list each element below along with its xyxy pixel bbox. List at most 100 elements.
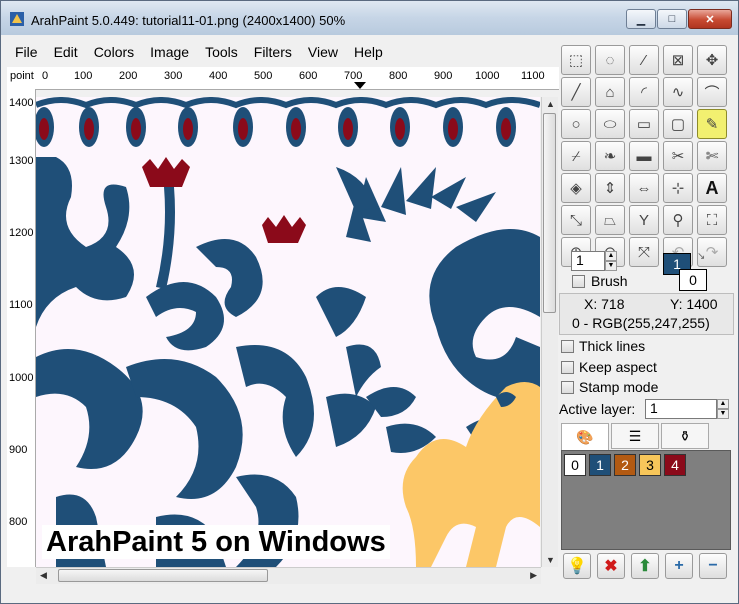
fill-tool[interactable]: ◈ — [561, 173, 591, 203]
active-layer-input[interactable]: 1 — [645, 399, 717, 419]
menu-help[interactable]: Help — [346, 44, 391, 60]
menu-colors[interactable]: Colors — [86, 44, 142, 60]
vertical-scroll-thumb[interactable] — [543, 113, 556, 313]
curve-tool[interactable]: ∿ — [663, 77, 693, 107]
active-layer-down[interactable]: ▼ — [717, 409, 729, 419]
scroll-up-icon[interactable]: ▲ — [546, 99, 555, 109]
cut-color-tool[interactable]: ✄ — [697, 141, 727, 171]
palette-swatch[interactable]: 2 — [614, 454, 636, 476]
magic-wand-icon: ⁄ — [642, 51, 646, 69]
rectangle-tool[interactable]: ▭ — [629, 109, 659, 139]
palette-swatch[interactable]: 1 — [589, 454, 611, 476]
stamp-mode-label: Stamp mode — [579, 379, 659, 395]
maximize-button[interactable]: □ — [657, 9, 687, 29]
ellipse-tool[interactable]: ⬭ — [595, 109, 625, 139]
menu-tools[interactable]: Tools — [197, 44, 246, 60]
add-color-button[interactable]: + — [665, 553, 693, 579]
ruler-h-label: 600 — [299, 70, 318, 82]
delete-color-button[interactable]: ✖ — [597, 553, 625, 579]
bezier-tool[interactable]: ⌒ — [697, 77, 727, 107]
stamp-icon: ⚱ — [679, 427, 691, 444]
brush-size-down[interactable]: ▼ — [605, 261, 617, 271]
brush-label: Brush — [591, 273, 628, 289]
resize-tool[interactable]: ⤡ — [561, 205, 591, 235]
keep-aspect-checkbox[interactable] — [561, 361, 574, 374]
text-tool[interactable]: A — [697, 173, 727, 203]
palette-swatch[interactable]: 0 — [564, 454, 586, 476]
remove-color-button[interactable]: − — [699, 553, 727, 579]
line-tool[interactable]: ╱ — [561, 77, 591, 107]
scroll-left-icon[interactable]: ◀ — [40, 570, 47, 581]
eraser-tool[interactable]: ▬ — [629, 141, 659, 171]
fit-window-icon: ⤧ — [637, 243, 650, 261]
brush-size-input[interactable]: 1 — [571, 251, 605, 271]
cursor-marker-icon — [354, 82, 366, 89]
vertical-scrollbar[interactable]: ▲ ▼ — [541, 97, 558, 567]
polyline-tool[interactable]: ⌂ — [595, 77, 625, 107]
drawing-canvas[interactable]: ArahPaint 5 on Windows — [36, 97, 540, 567]
app-icon — [10, 12, 24, 26]
brush-tool[interactable]: ❧ — [595, 141, 625, 171]
minimize-button[interactable]: ▁ — [626, 9, 656, 29]
flip-vertical-tool[interactable]: ⇕ — [595, 173, 625, 203]
flip-vertical-icon: ⇕ — [603, 180, 617, 197]
move-tool[interactable]: ✥ — [697, 45, 727, 75]
flip-horizontal-tool[interactable]: ⇔ — [629, 173, 659, 203]
cut-color-icon: ✄ — [705, 148, 719, 165]
tab-stamp[interactable]: ⚱ — [661, 423, 709, 449]
crop-icon: ⊠ — [671, 52, 685, 69]
lasso-tool[interactable]: ◌ — [595, 45, 625, 75]
scissors-tool[interactable]: ✂ — [663, 141, 693, 171]
horizontal-scroll-thumb[interactable] — [58, 569, 268, 582]
plus-icon: + — [674, 557, 684, 574]
perspective-tool[interactable]: ⏢ — [595, 205, 625, 235]
tab-layers[interactable]: ☰ — [611, 423, 659, 449]
share-button[interactable]: ⬆ — [631, 553, 659, 579]
palette-swatch[interactable]: 4 — [664, 454, 686, 476]
menu-filters[interactable]: Filters — [246, 44, 300, 60]
brush-checkbox[interactable] — [572, 275, 585, 288]
background-color[interactable]: 0 — [679, 269, 707, 291]
stamp-mode-checkbox[interactable] — [561, 381, 574, 394]
active-layer-label: Active layer: — [559, 401, 636, 417]
horizontal-scrollbar[interactable]: ◀ ▶ — [36, 567, 541, 584]
layers-icon: ☰ — [628, 427, 642, 444]
circle-tool[interactable]: ○ — [561, 109, 591, 139]
rounded-rect-tool[interactable]: ▢ — [663, 109, 693, 139]
menu-image[interactable]: Image — [142, 44, 197, 60]
ruler-h-label: 500 — [254, 70, 273, 82]
rounded-rect-icon: ▢ — [670, 116, 686, 133]
brush-size-up[interactable]: ▲ — [605, 251, 617, 261]
palette-icon: 🎨 — [576, 429, 594, 445]
scroll-down-icon[interactable]: ▼ — [546, 555, 555, 565]
select-rect-tool[interactable]: ⬚ — [561, 45, 591, 75]
center-tool[interactable]: ⊹ — [663, 173, 693, 203]
bucket-tool[interactable]: ⛶ — [697, 205, 727, 235]
close-button[interactable]: ✕ — [688, 9, 732, 29]
merge-tool[interactable]: Y — [629, 205, 659, 235]
arc-tool[interactable]: ◜ — [629, 77, 659, 107]
fit-window-tool[interactable]: ⤧ — [629, 237, 659, 267]
ruler-h-label: 900 — [434, 70, 453, 82]
flip-horizontal-icon: ⇔ — [636, 179, 652, 197]
compass-tool[interactable]: ⚲ — [663, 205, 693, 235]
active-layer-up[interactable]: ▲ — [717, 399, 729, 409]
hint-button[interactable]: 💡 — [563, 553, 591, 579]
merge-icon: Y — [638, 211, 649, 229]
menu-edit[interactable]: Edit — [46, 44, 86, 60]
scroll-right-icon[interactable]: ▶ — [530, 570, 537, 581]
ruler-h-label: 200 — [119, 70, 138, 82]
title-bar[interactable]: ArahPaint 5.0.449: tutorial11-01.png (24… — [1, 1, 738, 35]
crop-tool[interactable]: ⊠ — [663, 45, 693, 75]
swap-colors-icon[interactable]: ↘ — [697, 251, 705, 262]
brush-icon: ❧ — [603, 148, 617, 165]
circle-icon: ○ — [571, 115, 581, 133]
pencil-tool[interactable]: ✎ — [697, 109, 727, 139]
magic-wand-tool[interactable]: ⁄ — [629, 45, 659, 75]
thick-lines-checkbox[interactable] — [561, 340, 574, 353]
palette-swatch[interactable]: 3 — [639, 454, 661, 476]
tab-palette[interactable]: 🎨 — [561, 423, 609, 451]
menu-file[interactable]: File — [7, 44, 46, 60]
menu-view[interactable]: View — [300, 44, 346, 60]
eyedropper-tool[interactable]: ⌿ — [561, 141, 591, 171]
